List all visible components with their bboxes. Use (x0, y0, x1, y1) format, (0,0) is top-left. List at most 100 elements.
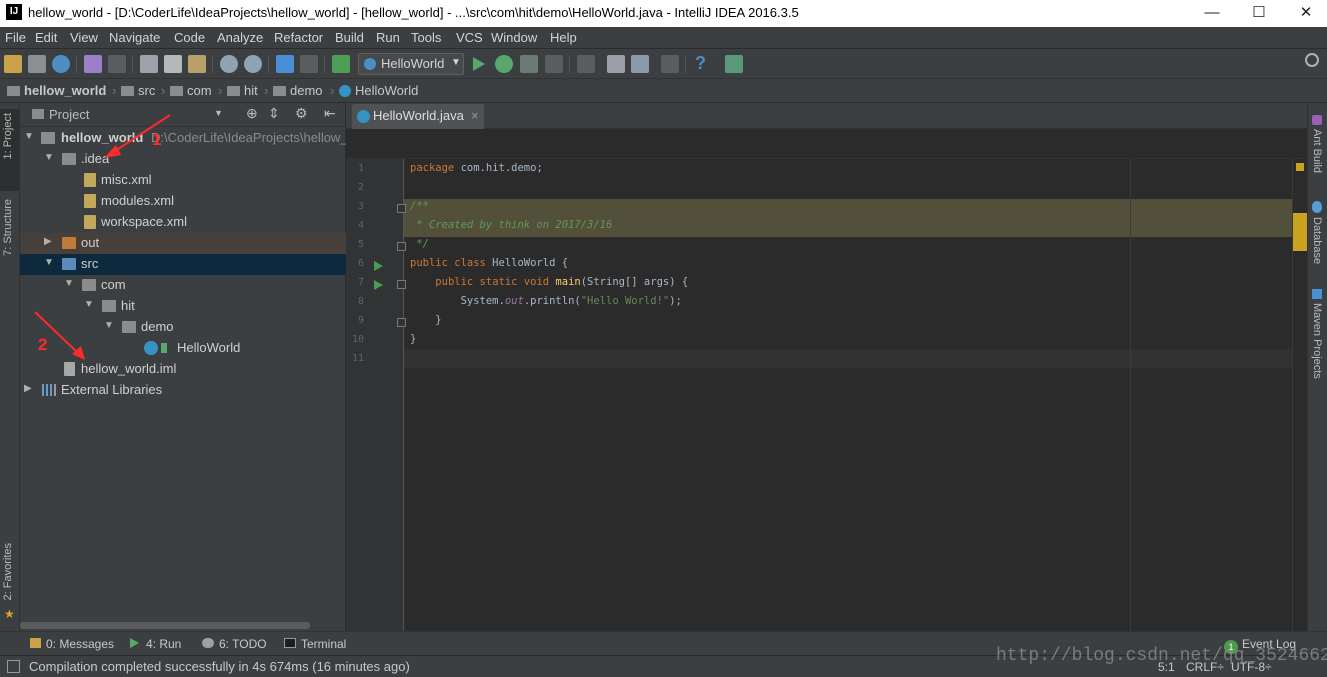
coverage-icon[interactable] (520, 55, 538, 73)
menu-refactor[interactable]: Refactor (274, 30, 323, 45)
close-button[interactable]: ✕ (1283, 0, 1327, 27)
menu-window[interactable]: Window (491, 30, 537, 45)
status-message[interactable]: Compilation completed successfully in 4s… (29, 659, 410, 674)
code-line-8[interactable]: System.out.println("Hello World!"); (410, 292, 682, 311)
code-line-4[interactable]: * Created by think on 2017/3/16 (410, 216, 612, 235)
code-line-10[interactable]: } (410, 330, 416, 349)
menu-edit[interactable]: Edit (35, 30, 57, 45)
tool-tab-terminal[interactable]: Terminal (284, 637, 346, 651)
close-tab-icon[interactable]: × (471, 108, 479, 123)
project-structure-disabled-icon[interactable] (577, 55, 595, 73)
menu-help[interactable]: Help (550, 30, 577, 45)
tree-node-external-libraries[interactable]: ▶ External Libraries (20, 380, 346, 401)
maximize-button[interactable]: ☐ (1236, 0, 1282, 27)
hide-panel-icon[interactable]: ⇤ (324, 105, 336, 122)
expand-arrow-icon[interactable]: ▼ (104, 320, 114, 331)
tree-node-idea[interactable]: ▼ .idea (20, 149, 346, 170)
fold-marker-icon[interactable] (397, 242, 406, 251)
editor-tab-helloworld-java[interactable]: HelloWorld.java × (352, 104, 484, 129)
expand-arrow-icon[interactable]: ▼ (44, 257, 54, 268)
tool-tab-messages[interactable]: 0: Messages (30, 637, 114, 651)
tree-node-com[interactable]: ▼ com (20, 275, 346, 296)
code-line-1[interactable]: package com.hit.demo; (410, 159, 543, 178)
collapse-arrow-icon[interactable]: ▶ (44, 236, 52, 247)
synchronize-icon[interactable] (52, 55, 70, 73)
breadcrumb-demo[interactable]: demo (273, 83, 323, 98)
project-structure-icon[interactable] (631, 55, 649, 73)
help-icon[interactable]: ? (695, 53, 706, 74)
menu-tools[interactable]: Tools (411, 30, 441, 45)
expand-arrow-icon[interactable]: ▼ (24, 131, 34, 142)
scroll-from-source-icon[interactable]: ⊕ (246, 105, 258, 122)
collapse-all-icon[interactable]: ⇕ (268, 105, 280, 122)
cut-icon[interactable] (140, 55, 158, 73)
menu-build[interactable]: Build (335, 30, 364, 45)
menu-code[interactable]: Code (174, 30, 205, 45)
breadcrumb-com[interactable]: com (170, 83, 212, 98)
run-icon[interactable] (473, 57, 485, 71)
redo-icon[interactable] (108, 55, 126, 73)
replace-icon[interactable] (244, 55, 262, 73)
minimize-button[interactable]: — (1189, 0, 1235, 27)
code-line-5[interactable]: */ (410, 235, 429, 254)
debug-icon[interactable] (495, 55, 513, 73)
breadcrumb-hellow-world[interactable]: hellow_world (7, 83, 106, 98)
find-icon[interactable] (220, 55, 238, 73)
run-configuration-select[interactable]: HelloWorld ▼ (358, 53, 464, 75)
inspection-status-icon[interactable] (1296, 163, 1304, 171)
code-line-7[interactable]: public static void main(String[] args) { (410, 273, 688, 292)
menu-run[interactable]: Run (376, 30, 400, 45)
expand-arrow-icon[interactable]: ▼ (64, 278, 74, 289)
fold-marker-icon[interactable] (397, 318, 406, 327)
horizontal-scrollbar[interactable] (20, 622, 310, 629)
menu-vcs[interactable]: VCS (456, 30, 483, 45)
breadcrumb-helloworld[interactable]: HelloWorld (339, 83, 418, 98)
gear-icon[interactable]: ⚙ (295, 105, 308, 122)
menu-navigate[interactable]: Navigate (109, 30, 160, 45)
settings-icon[interactable] (607, 55, 625, 73)
tree-node-modules-xml[interactable]: modules.xml (20, 191, 346, 212)
tool-tab-maven-projects[interactable]: Maven Projects (1311, 303, 1323, 379)
make-project-icon[interactable] (332, 55, 350, 73)
jrebel-icon[interactable] (725, 55, 743, 73)
fold-marker-icon[interactable] (397, 280, 406, 289)
code-line-6[interactable]: public class HelloWorld { (410, 254, 568, 273)
menu-view[interactable]: View (70, 30, 98, 45)
tree-node-helloworld[interactable]: HelloWorld (20, 338, 346, 359)
breadcrumb-src[interactable]: src (121, 83, 155, 98)
tool-tab-project[interactable]: 1: Project (2, 113, 14, 159)
collapse-arrow-icon[interactable]: ▶ (24, 383, 32, 394)
tree-node-hellow-world[interactable]: ▼ hellow_world D:\CoderLife\IdeaProjects… (20, 128, 346, 149)
undo-icon[interactable] (84, 55, 102, 73)
code-line-9[interactable]: } (410, 311, 441, 330)
toggle-tool-windows-icon[interactable] (7, 660, 20, 673)
tool-tab-favorites[interactable]: 2: Favorites (2, 543, 14, 600)
tree-node-hit[interactable]: ▼ hit (20, 296, 346, 317)
project-view-title[interactable]: Project (49, 107, 89, 122)
chevron-down-icon[interactable]: ▼ (214, 108, 223, 118)
tool-tab-structure[interactable]: 7: Structure (2, 199, 14, 256)
tool-tab-ant-build[interactable]: Ant Build (1311, 129, 1323, 173)
expand-arrow-icon[interactable]: ▼ (84, 299, 94, 310)
expand-arrow-icon[interactable]: ▼ (44, 152, 54, 163)
open-folder-icon[interactable] (4, 55, 22, 73)
run-main-gutter-icon[interactable] (374, 280, 383, 290)
tree-node-workspace-xml[interactable]: workspace.xml (20, 212, 346, 233)
fold-marker-icon[interactable] (397, 204, 406, 213)
tree-node-src[interactable]: ▼ src (20, 254, 346, 275)
tree-node-demo[interactable]: ▼ demo (20, 317, 346, 338)
code-line-3[interactable]: /** (410, 197, 429, 216)
search-everywhere-icon[interactable] (1305, 53, 1319, 67)
tree-node-hellow-world-iml[interactable]: hellow_world.iml (20, 359, 346, 380)
run-class-gutter-icon[interactable] (374, 261, 383, 271)
tool-tab-run[interactable]: 4: Run (130, 637, 181, 651)
save-all-icon[interactable] (28, 55, 46, 73)
error-stripe[interactable] (1292, 159, 1307, 631)
tree-node-misc-xml[interactable]: misc.xml (20, 170, 346, 191)
error-stripe-mark[interactable] (1293, 213, 1307, 251)
vcs-icon[interactable] (661, 55, 679, 73)
menu-file[interactable]: File (5, 30, 26, 45)
menu-analyze[interactable]: Analyze (217, 30, 263, 45)
paste-icon[interactable] (188, 55, 206, 73)
forward-arrow-icon[interactable] (300, 55, 318, 73)
